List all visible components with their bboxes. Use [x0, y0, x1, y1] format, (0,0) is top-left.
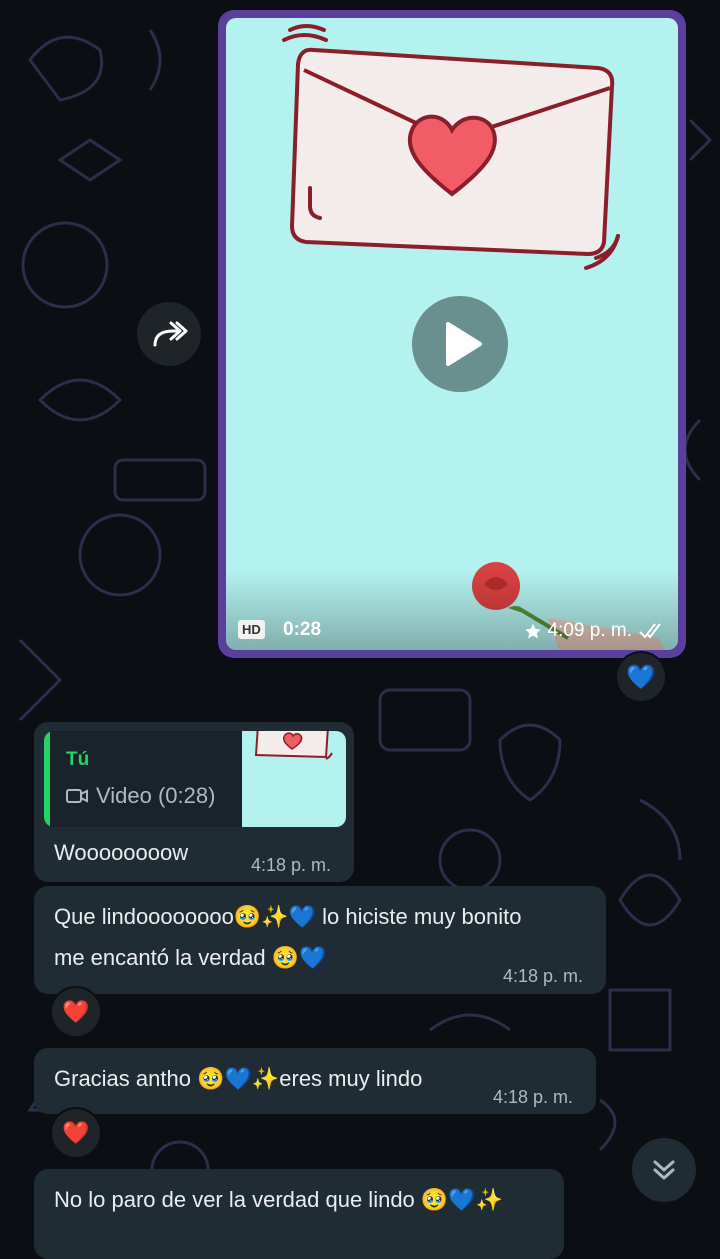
reaction-badge[interactable]: 💙	[615, 651, 667, 703]
double-check-icon	[639, 623, 661, 639]
envelope-thumbnail-icon	[254, 731, 333, 760]
message-time: 4:18 p. m.	[251, 855, 332, 875]
message-meta: 4:09 p. m.	[524, 620, 669, 642]
quote-author: Tú	[66, 749, 90, 770]
quoted-message[interactable]: Tú Video (0:28)	[44, 731, 346, 827]
sent-video-message[interactable]: HD 0:28 4:09 p. m.	[218, 10, 686, 658]
message-time: 4:18 p. m.	[493, 1087, 574, 1107]
video-camera-icon	[66, 789, 88, 803]
message-text: No lo paro de ver la verdad que lindo 🥹💙…	[54, 1187, 504, 1212]
reaction-emoji: ❤️	[62, 1120, 90, 1145]
play-button[interactable]	[412, 296, 508, 392]
star-icon	[525, 623, 540, 639]
video-duration: 0:28	[283, 619, 322, 640]
hd-badge: HD	[238, 620, 265, 639]
message-text: Woooooooow	[54, 840, 189, 865]
reaction-badge[interactable]: ❤️	[50, 986, 102, 1038]
envelope-heart-illustration	[282, 24, 620, 270]
message-text-line-2: me encantó la verdad 🥹💙	[54, 945, 327, 970]
message-time: 4:09 p. m.	[547, 620, 633, 641]
video-thumbnail[interactable]: HD 0:28 4:09 p. m.	[226, 18, 678, 650]
reaction-emoji: 💙	[626, 663, 656, 691]
reaction-badge[interactable]: ❤️	[50, 1107, 102, 1159]
play-icon	[446, 322, 482, 366]
forward-icon	[153, 321, 188, 347]
message-time: 4:18 p. m.	[503, 966, 584, 986]
quote-thumbnail	[242, 731, 346, 827]
forward-button[interactable]	[137, 302, 201, 366]
quote-text: Video (0:28)	[96, 783, 216, 808]
message-text: Gracias antho 🥹💙✨eres muy lindo	[54, 1066, 423, 1091]
double-chevron-down-icon	[653, 1160, 675, 1180]
reaction-emoji: ❤️	[62, 999, 90, 1024]
scroll-to-bottom-button[interactable]	[632, 1138, 696, 1202]
message-text-line-1: Que lindoooooooo🥹✨💙 lo hiciste muy bonit…	[54, 904, 522, 929]
